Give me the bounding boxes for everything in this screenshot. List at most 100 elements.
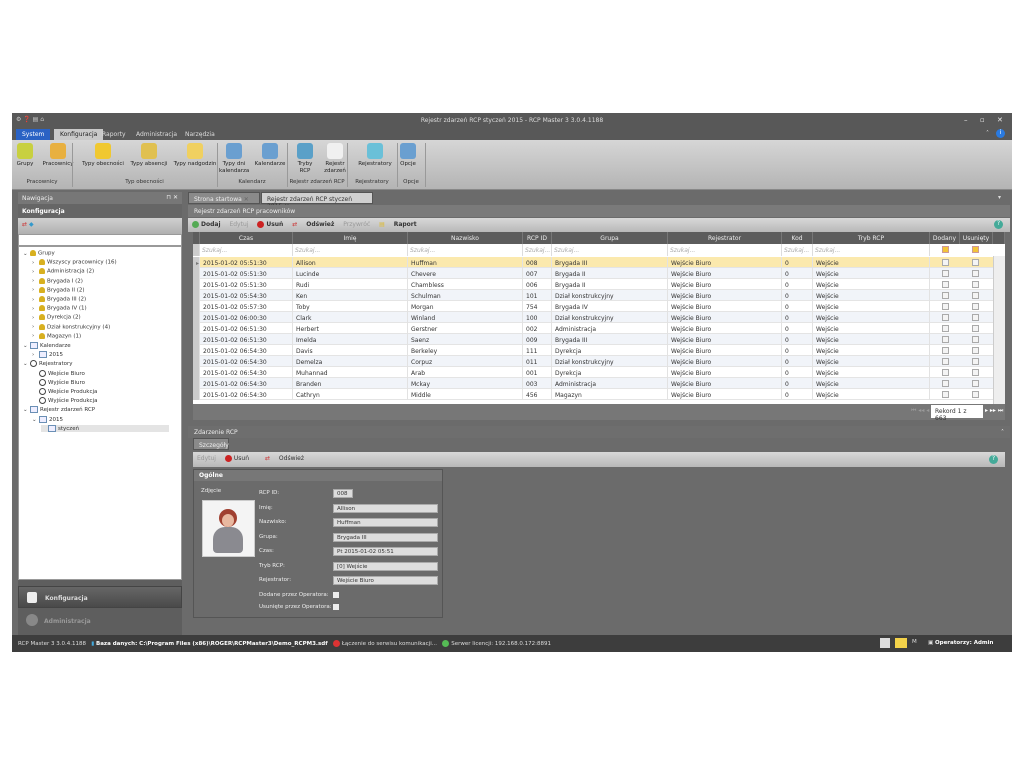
tree-item[interactable]: › Dyrekcja (2) bbox=[32, 314, 81, 321]
expander-icon[interactable]: ⌄ bbox=[23, 343, 30, 349]
column-header[interactable]: Rejestrator bbox=[668, 232, 782, 244]
expander-icon[interactable]: ⌄ bbox=[32, 417, 39, 423]
tree-item[interactable]: › Dział konstrukcyjny (4) bbox=[32, 323, 110, 330]
tree-item[interactable]: ⌄ 2015 bbox=[32, 415, 63, 423]
layout-active-icon[interactable] bbox=[895, 638, 907, 648]
column-header[interactable]: Imię bbox=[293, 232, 408, 244]
table-row[interactable]: 2015-01-02 05:57:30 Toby Morgan 754 Brygada … bbox=[193, 301, 993, 312]
column-filter-input[interactable]: Szukaj... bbox=[552, 244, 668, 256]
layout-m-icon[interactable]: M bbox=[912, 639, 917, 645]
row-checkbox[interactable] bbox=[942, 347, 949, 354]
expander-icon[interactable]: › bbox=[32, 306, 39, 312]
column-header[interactable]: Usunięty bbox=[960, 232, 993, 244]
delete-button[interactable]: Usuń bbox=[257, 221, 283, 228]
column-header[interactable]: Czas bbox=[200, 232, 293, 244]
expander-icon[interactable]: ⌄ bbox=[23, 361, 30, 367]
expander-icon[interactable]: ⌄ bbox=[23, 407, 30, 413]
row-checkbox[interactable] bbox=[972, 314, 979, 321]
ribbon-tab-administracja[interactable]: Administracja bbox=[130, 129, 183, 140]
column-filter-input[interactable]: Szukaj... bbox=[408, 244, 523, 256]
column-header[interactable]: Kod bbox=[782, 232, 813, 244]
edit-button[interactable]: Edytuj bbox=[229, 221, 248, 228]
row-checkbox[interactable] bbox=[942, 325, 949, 332]
operator-checkbox[interactable] bbox=[333, 592, 339, 598]
nav-search-input[interactable] bbox=[18, 234, 182, 246]
table-row[interactable]: 2015-01-02 06:54:30 Davis Berkeley 111 Dyrek… bbox=[193, 345, 993, 356]
tree-item[interactable]: › 2015 bbox=[32, 351, 63, 359]
tree-item[interactable]: ⌄ Rejestratory bbox=[23, 360, 73, 368]
row-checkbox[interactable] bbox=[972, 391, 979, 398]
row-checkbox[interactable] bbox=[972, 270, 979, 277]
add-button[interactable]: Dodaj bbox=[192, 221, 221, 228]
field-value[interactable]: [0] Wejście bbox=[333, 561, 438, 571]
ribbon-button-0[interactable]: Grupy bbox=[14, 143, 36, 168]
table-row[interactable]: ▸ 2015-01-02 05:51:30 Allison Huffman 008 Bry… bbox=[193, 257, 993, 268]
column-filter-input[interactable]: Szukaj... bbox=[782, 244, 813, 256]
vertical-scrollbar[interactable] bbox=[993, 256, 1005, 404]
table-row[interactable]: 2015-01-02 06:54:30 Muhannad Arab 001 Dyrekc… bbox=[193, 367, 993, 378]
row-checkbox[interactable] bbox=[972, 259, 979, 266]
tree-item[interactable]: › Brygada IV (1) bbox=[32, 305, 87, 312]
tabs-dropdown-icon[interactable]: ▾ bbox=[998, 194, 1001, 201]
row-checkbox[interactable] bbox=[942, 303, 949, 310]
ribbon-button-2[interactable]: Typy obecności bbox=[82, 143, 124, 168]
row-checkbox[interactable] bbox=[972, 325, 979, 332]
table-row[interactable]: 2015-01-02 06:51:30 Herbert Gerstner 002 Adm… bbox=[193, 323, 993, 334]
expander-icon[interactable]: › bbox=[32, 352, 39, 358]
row-checkbox[interactable] bbox=[942, 281, 949, 288]
tree-item[interactable]: › Brygada III (2) bbox=[32, 296, 86, 303]
tree-item[interactable]: › Brygada II (2) bbox=[32, 286, 85, 293]
tree-item[interactable]: styczeń bbox=[41, 424, 169, 432]
expander-icon[interactable]: › bbox=[32, 324, 39, 330]
tree-item[interactable]: ⌄ Grupy bbox=[23, 250, 55, 257]
layout-icon[interactable] bbox=[880, 638, 890, 648]
operator-checkbox[interactable] bbox=[333, 604, 339, 610]
refresh-icon[interactable]: ⇄ bbox=[22, 221, 27, 228]
ribbon-tab-narzedzia[interactable]: Narzędzia bbox=[179, 129, 221, 140]
ribbon-button-1[interactable]: Pracownicy bbox=[40, 143, 76, 168]
column-filter-input[interactable]: Szukaj... bbox=[813, 244, 930, 256]
row-checkbox[interactable] bbox=[942, 380, 949, 387]
table-row[interactable]: 2015-01-02 06:51:30 Imelda Saenz 009 Brygada… bbox=[193, 334, 993, 345]
field-value[interactable]: Wejście Biuro bbox=[333, 576, 438, 585]
row-checkbox[interactable] bbox=[942, 369, 949, 376]
field-value[interactable]: Pt 2015-01-02 05:51 bbox=[333, 547, 438, 556]
tree-item[interactable]: › Brygada I (2) bbox=[32, 277, 83, 284]
nav-pin-close-icons[interactable]: ⊓ ✕ bbox=[166, 194, 178, 201]
help-icon[interactable]: ? bbox=[994, 220, 1003, 229]
row-checkbox[interactable] bbox=[972, 380, 979, 387]
row-checkbox[interactable] bbox=[972, 303, 979, 310]
expander-icon[interactable]: ⌄ bbox=[23, 251, 30, 257]
tree-item[interactable]: Wyjście Biuro bbox=[32, 378, 85, 386]
detail-delete-button[interactable]: Usuń bbox=[224, 455, 256, 462]
expander-icon[interactable]: › bbox=[32, 297, 39, 303]
tab-szczegoly[interactable]: Szczegóły bbox=[193, 438, 229, 450]
tree-item[interactable]: ⌄ Kalendarze bbox=[23, 342, 71, 349]
column-filter-checkbox[interactable] bbox=[972, 246, 979, 253]
row-checkbox[interactable] bbox=[972, 336, 979, 343]
tree-item[interactable]: › Wszyscy pracownicy (16) bbox=[32, 259, 117, 266]
expander-icon[interactable]: › bbox=[32, 278, 39, 284]
ribbon-button-6[interactable]: Kalendarze bbox=[252, 143, 288, 168]
help-icon[interactable]: ? bbox=[989, 455, 998, 464]
expander-icon[interactable]: › bbox=[32, 260, 39, 266]
column-header[interactable]: RCP ID bbox=[523, 232, 552, 244]
ribbon-tab-system[interactable]: System bbox=[16, 129, 51, 140]
tree-item[interactable]: › Administracja (2) bbox=[32, 268, 94, 275]
expand-icon[interactable]: ◆ bbox=[29, 221, 34, 228]
expander-icon[interactable]: › bbox=[32, 333, 39, 339]
field-value[interactable]: Huffman bbox=[333, 518, 438, 527]
report-button[interactable]: ▤ Raport bbox=[379, 221, 417, 228]
column-filter-input[interactable]: Szukaj... bbox=[668, 244, 782, 256]
table-row[interactable]: 2015-01-02 06:54:30 Cathryn Middle 456 Magaz… bbox=[193, 389, 993, 400]
row-checkbox[interactable] bbox=[942, 314, 949, 321]
column-header[interactable]: Tryb RCP bbox=[813, 232, 930, 244]
ribbon-button-3[interactable]: Typy absencji bbox=[130, 143, 168, 168]
tree-item[interactable]: ⌄ Rejestr zdarzeń RCP bbox=[23, 406, 95, 414]
column-header[interactable]: Dodany bbox=[930, 232, 960, 244]
row-checkbox[interactable] bbox=[942, 259, 949, 266]
tree-item[interactable]: › Magazyn (1) bbox=[32, 332, 81, 339]
ribbon-button-9[interactable]: Rejestratory bbox=[356, 143, 394, 168]
column-header[interactable]: Grupa bbox=[552, 232, 668, 244]
row-checkbox[interactable] bbox=[942, 270, 949, 277]
